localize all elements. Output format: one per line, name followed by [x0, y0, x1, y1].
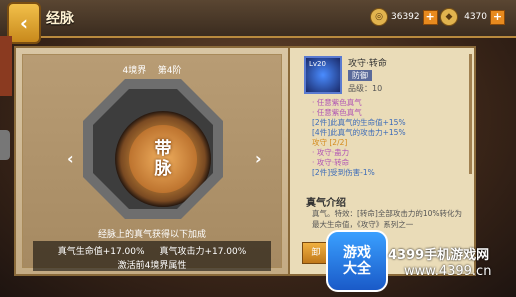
stat-line: 真气生命值+17.00% 真气攻击力+17.00%: [33, 244, 271, 257]
top-bar: ‹ 经脉 ◎ 36392 + ◆ 4370 +: [0, 0, 516, 44]
attribute-line: [2件]受到伤害-1%: [312, 168, 375, 177]
meridian-core[interactable]: 带 脉: [129, 125, 197, 193]
meridian-octagon: 带 脉: [83, 79, 223, 219]
meridian-panel: 4境界 第4阶 ‹ › 带 脉 经脉上的真气获得以下加成 真气生命值+17.00…: [14, 46, 290, 276]
intro-title: 真气介绍: [306, 198, 346, 209]
watermark-text: 4399手机游戏网: [388, 248, 490, 263]
item-name: 攻守·转命: [348, 59, 387, 69]
watermark-url: www.4399.cn: [404, 264, 492, 279]
stat-atk: 真气攻击力+17.00%: [159, 247, 247, 257]
intro-body: 真气。特效：[转命]全部攻击力的10%转化为最大生命值，《攻守》系列之一: [312, 209, 463, 229]
coin-value: 36392: [391, 12, 420, 22]
watermark-logo-line2: 大全: [343, 261, 371, 277]
meridian-name-2: 脉: [154, 159, 172, 179]
add-ingot-button[interactable]: +: [490, 9, 505, 25]
attribute-line: · 任意紫色真气: [312, 108, 362, 117]
ingot-resource: ◆ 4370 +: [440, 8, 505, 26]
realm-label: 4境界 第4阶: [23, 63, 281, 76]
gem-icon: Lv20: [304, 56, 342, 94]
stage-text: 第4阶: [157, 66, 182, 76]
gem-level: Lv20: [309, 60, 326, 68]
realm-text: 4境界: [122, 66, 147, 76]
stat-hp: 真气生命值+17.00%: [57, 247, 145, 257]
attribute-line: [2件]此真气的生命值+15%: [312, 118, 406, 127]
attribute-line: · 攻守·转命: [312, 158, 350, 167]
attribute-line: [4件]此真气的攻击力+15%: [312, 128, 406, 137]
ingot-value: 4370: [464, 12, 487, 22]
meridian-octagon-inner: 带 脉: [93, 89, 213, 209]
ingot-icon: ◆: [440, 8, 458, 26]
attribute-line: · 攻守·蛊力: [312, 148, 350, 157]
page-title: 经脉: [46, 11, 74, 27]
coin-icon: ◎: [370, 8, 388, 26]
item-type-badge: 防御: [348, 70, 372, 81]
back-arrow-icon: ‹: [19, 11, 29, 35]
lantern-decoration: [0, 36, 12, 96]
meridian-description: 经脉上的真气获得以下加成: [97, 230, 206, 240]
back-button[interactable]: ‹: [7, 2, 41, 44]
stat-bar: 真气生命值+17.00% 真气攻击力+17.00% 激活前4境界属性: [33, 241, 271, 271]
watermark-logo: 游戏 大全: [326, 230, 388, 292]
app-frame: ‹ 经脉 ◎ 36392 + ◆ 4370 + 4境界 第4阶 ‹ › 带 脉 …: [0, 0, 516, 297]
meridian-name-1: 带: [154, 139, 172, 159]
attribute-line: · 任意紫色真气: [312, 98, 362, 107]
item-grade: 品级：10: [348, 84, 383, 93]
meridian-panel-inner: 4境界 第4阶 ‹ › 带 脉 经脉上的真气获得以下加成 真气生命值+17.00…: [22, 54, 282, 271]
next-arrow-icon[interactable]: ›: [255, 149, 262, 168]
prev-arrow-icon[interactable]: ‹: [67, 149, 74, 168]
coin-resource: ◎ 36392 +: [370, 8, 438, 26]
watermark-logo-line1: 游戏: [343, 245, 371, 261]
attribute-line: 攻守 [2/2]: [312, 138, 348, 147]
activation-hint: 激活前4境界属性: [117, 261, 187, 271]
attribute-list: · 任意紫色真气 · 任意紫色真气 [2件]此真气的生命值+15% [4件]此真…: [312, 98, 470, 178]
add-coin-button[interactable]: +: [422, 9, 438, 25]
side-tab[interactable]: [0, 130, 10, 160]
